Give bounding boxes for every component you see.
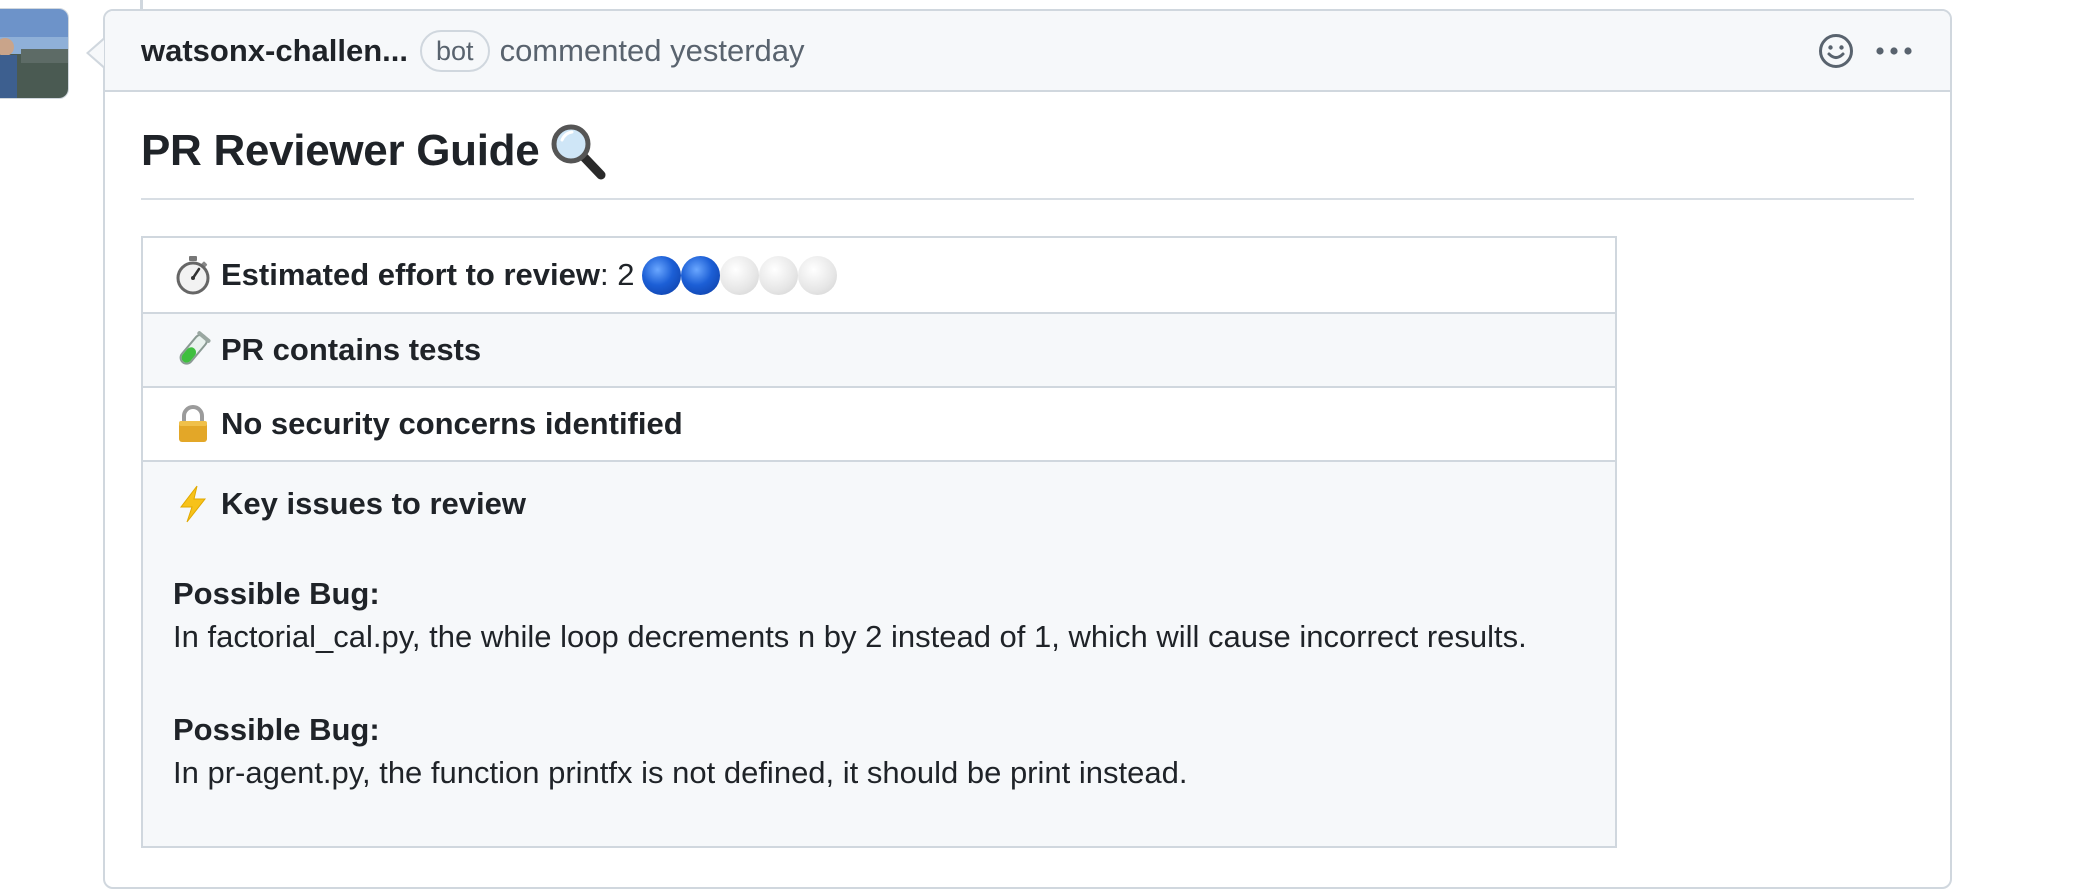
lock-icon <box>173 404 213 444</box>
issues-label: Key issues to review <box>221 486 526 521</box>
comment-caret-fill <box>89 40 104 66</box>
comment-header: watsonx-challen... bot commented yesterd… <box>105 11 1950 92</box>
issue-title: Possible Bug: <box>173 576 380 611</box>
effort-label: Estimated effort to review <box>221 257 600 292</box>
effort-dot-2 <box>681 255 721 295</box>
effort-rating <box>642 255 838 295</box>
comment-options-button[interactable] <box>1874 45 1914 57</box>
magnifier-icon <box>549 122 607 180</box>
guide-title-text: PR Reviewer Guide <box>141 126 540 175</box>
test-tube-icon <box>173 330 213 370</box>
tests-row: PR contains tests <box>143 312 1615 386</box>
issue-item: Possible Bug: In factorial_cal.py, the w… <box>173 574 1585 660</box>
avatar[interactable] <box>0 8 69 99</box>
issues-row: Key issues to review Possible Bug: In fa… <box>143 460 1615 846</box>
issue-description: In pr-agent.py, the function printfx is … <box>173 755 1188 790</box>
guide-title: PR Reviewer Guide <box>141 122 1914 200</box>
tests-label: PR contains tests <box>221 332 482 367</box>
lightning-icon <box>173 484 213 524</box>
bot-badge: bot <box>420 29 490 72</box>
reviewer-guide-table: Estimated effort to review : 2 PR contai… <box>141 236 1617 848</box>
issue-title: Possible Bug: <box>173 712 380 747</box>
security-label: No security concerns identified <box>221 406 683 441</box>
issue-item: Possible Bug: In pr-agent.py, the functi… <box>173 710 1585 796</box>
issue-description: In factorial_cal.py, the while loop decr… <box>173 619 1527 654</box>
stopwatch-icon <box>173 255 213 295</box>
comment-box: watsonx-challen... bot commented yesterd… <box>103 9 1952 889</box>
comment-body: PR Reviewer Guide Estimated effort to re… <box>105 92 1950 848</box>
security-row: No security concerns identified <box>143 386 1615 460</box>
effort-dot-5 <box>798 255 838 295</box>
kebab-icon <box>1876 46 1912 55</box>
comment-author[interactable]: watsonx-challen... <box>141 33 408 69</box>
effort-dot-4 <box>759 255 799 295</box>
add-reaction-button[interactable] <box>1818 33 1854 69</box>
comment-timestamp[interactable]: commented yesterday <box>500 33 805 69</box>
smiley-icon <box>1819 33 1853 68</box>
effort-dot-3 <box>720 255 760 295</box>
effort-value: : 2 <box>599 257 635 292</box>
effort-dot-1 <box>642 255 682 295</box>
effort-row: Estimated effort to review : 2 <box>143 238 1615 312</box>
